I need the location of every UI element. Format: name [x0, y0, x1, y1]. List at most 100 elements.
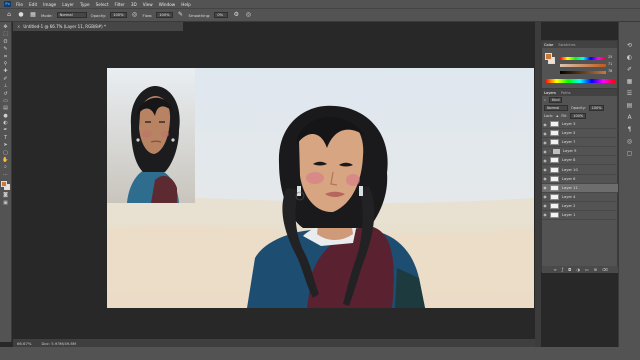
doc-size-info[interactable]: Doc: 5.93M/49.8M [41, 341, 76, 346]
visibility-eye-icon[interactable]: ◉ [542, 167, 548, 172]
layer-row-layer-10[interactable]: ◉ Layer 10 [542, 165, 619, 175]
layer-row-layer-11-selected[interactable]: ◉ Layer 11 [542, 183, 619, 193]
menu-help[interactable]: Help [181, 2, 191, 7]
hue-slider[interactable] [560, 57, 606, 60]
home-icon[interactable]: ⌂ [5, 11, 13, 19]
shape-tool-icon[interactable]: ▢ [2, 150, 10, 156]
opacity-field[interactable]: 100% [110, 12, 127, 18]
add-mask-icon[interactable]: ◘ [568, 267, 571, 272]
blend-mode-select[interactable]: Normal [544, 105, 568, 111]
menu-filter[interactable]: Filter [114, 2, 124, 7]
quick-mask-icon[interactable]: ◙ [2, 192, 10, 198]
visibility-eye-icon[interactable]: ◉ [542, 212, 548, 217]
brushes-icon[interactable]: ▦ [626, 78, 634, 86]
layer-row-layer-9-group[interactable]: ◉ › Layer 9 [542, 147, 619, 157]
quick-select-tool-icon[interactable]: ✎ [2, 46, 10, 52]
document-tab[interactable]: × Untitled-1 @ 66.7% (Layer 11, RGB/8#) … [13, 22, 183, 31]
layer-row-layer-4[interactable]: ◉ Layer 4 [542, 193, 619, 202]
tab-paths[interactable]: Paths [561, 91, 571, 95]
lasso-tool-icon[interactable]: ʘ [2, 39, 10, 45]
dodge-tool-icon[interactable]: ◐ [2, 120, 10, 126]
visibility-eye-icon[interactable]: ◉ [542, 131, 548, 136]
kind-filter-select[interactable]: Kind [549, 97, 563, 103]
link-layers-icon[interactable]: ∞ [553, 267, 556, 272]
mode-select[interactable]: Normal [56, 12, 87, 18]
layer-row-layer-1[interactable]: ◉ Layer 1 [542, 211, 619, 221]
more-tools-icon[interactable]: ⋯ [2, 172, 10, 178]
new-group-icon[interactable]: ▭ [585, 267, 589, 272]
pressure-opacity-icon[interactable]: ◎ [131, 11, 139, 19]
menu-view[interactable]: View [143, 2, 153, 7]
airbrush-icon[interactable]: ✎ [177, 11, 185, 19]
menu-select[interactable]: Select [96, 2, 109, 7]
layer-row-layer-6[interactable]: ◉ Layer 6 [542, 175, 619, 184]
layer-row-layer-5[interactable]: ◉ Layer 5 [542, 129, 619, 139]
layer-fill-field[interactable]: 100% [570, 113, 587, 119]
layer-opacity-field[interactable]: 100% [588, 105, 605, 111]
gradient-tool-icon[interactable]: ▤ [2, 105, 10, 111]
foreground-color-swatch[interactable] [0, 181, 7, 188]
adjustments-icon[interactable]: ◐ [626, 54, 634, 62]
healing-tool-icon[interactable]: ✚ [2, 68, 10, 74]
navigator-icon[interactable]: ▢ [626, 150, 634, 158]
visibility-eye-icon[interactable]: ◉ [542, 122, 548, 127]
history-brush-tool-icon[interactable]: ↺ [2, 91, 10, 97]
visibility-eye-icon[interactable]: ◉ [542, 158, 548, 163]
zoom-level[interactable]: 66.67% [17, 341, 31, 346]
lock-icon[interactable]: 🔒︎ [556, 114, 558, 118]
saturation-value[interactable]: 71 [608, 62, 612, 66]
path-select-tool-icon[interactable]: ➤ [2, 142, 10, 148]
menu-layer[interactable]: Layer [62, 2, 74, 7]
visibility-eye-icon[interactable]: ◉ [542, 203, 548, 208]
visibility-eye-icon[interactable]: ◉ [542, 140, 548, 145]
new-layer-icon[interactable]: ⊞ [594, 267, 597, 272]
channels-icon[interactable]: ◎ [626, 138, 634, 146]
marquee-tool-icon[interactable]: ⬚ [2, 31, 10, 37]
visibility-eye-icon[interactable]: ◉ [542, 185, 548, 190]
properties-icon[interactable]: ☰ [626, 90, 634, 98]
pen-tool-icon[interactable]: ✒ [2, 127, 10, 133]
brightness-value[interactable]: 78 [608, 69, 612, 73]
menu-edit[interactable]: Edit [29, 2, 37, 7]
type-tool-icon[interactable]: T [2, 135, 10, 141]
screen-mode-icon[interactable]: ▣ [2, 200, 10, 206]
libraries-icon[interactable]: ▤ [626, 102, 634, 110]
menu-3d[interactable]: 3D [131, 2, 137, 7]
layer-row-layer-2[interactable]: ◉ Layer 2 [542, 202, 619, 211]
smoothing-settings-icon[interactable]: ⚙ [232, 11, 240, 19]
fx-icon[interactable]: ƒ [562, 267, 563, 272]
brush-preset-icon[interactable]: ● [17, 11, 25, 19]
eyedropper-tool-icon[interactable]: ⚲ [2, 61, 10, 67]
layer-row-layer-3[interactable]: ◉ Layer 3 [542, 120, 619, 130]
trash-icon[interactable]: ⌫ [602, 267, 608, 272]
close-icon[interactable]: × [17, 24, 20, 29]
canvas[interactable] [107, 68, 534, 308]
menu-image[interactable]: Image [43, 2, 56, 7]
smoothing-field[interactable]: 0% [214, 12, 229, 18]
history-icon[interactable]: ⟲ [626, 42, 634, 50]
brush-tool-icon[interactable]: ✐ [2, 76, 10, 82]
menu-file[interactable]: File [16, 2, 23, 7]
layer-row-layer-7[interactable]: ◉ Layer 7 [542, 138, 619, 148]
hand-tool-icon[interactable]: ✋ [2, 157, 10, 163]
zoom-tool-icon[interactable]: ⌕ [2, 164, 10, 170]
hue-value[interactable]: 25 [608, 55, 612, 59]
tab-color[interactable]: Color [544, 43, 553, 47]
color-ramp[interactable] [545, 79, 615, 83]
adjustment-layer-icon[interactable]: ◑ [576, 267, 580, 272]
crop-tool-icon[interactable]: ⌗ [2, 54, 10, 60]
menu-window[interactable]: Window [159, 2, 176, 7]
flow-field[interactable]: 100% [156, 12, 173, 18]
brush-settings-icon[interactable]: ▦ [29, 11, 37, 19]
tab-swatches[interactable]: Swatches [558, 43, 575, 47]
tab-layers[interactable]: Layers [544, 91, 556, 95]
visibility-eye-icon[interactable]: ◉ [542, 194, 548, 199]
color-panel-fg-swatch[interactable] [545, 53, 552, 60]
visibility-eye-icon[interactable]: ◉ [542, 176, 548, 181]
character-icon[interactable]: A [626, 114, 634, 122]
saturation-slider[interactable] [560, 64, 606, 67]
clone-stamp-tool-icon[interactable]: ⊥ [2, 83, 10, 89]
menu-type[interactable]: Type [80, 2, 90, 7]
blur-tool-icon[interactable]: ● [2, 113, 10, 119]
color-swatches[interactable] [0, 181, 11, 191]
